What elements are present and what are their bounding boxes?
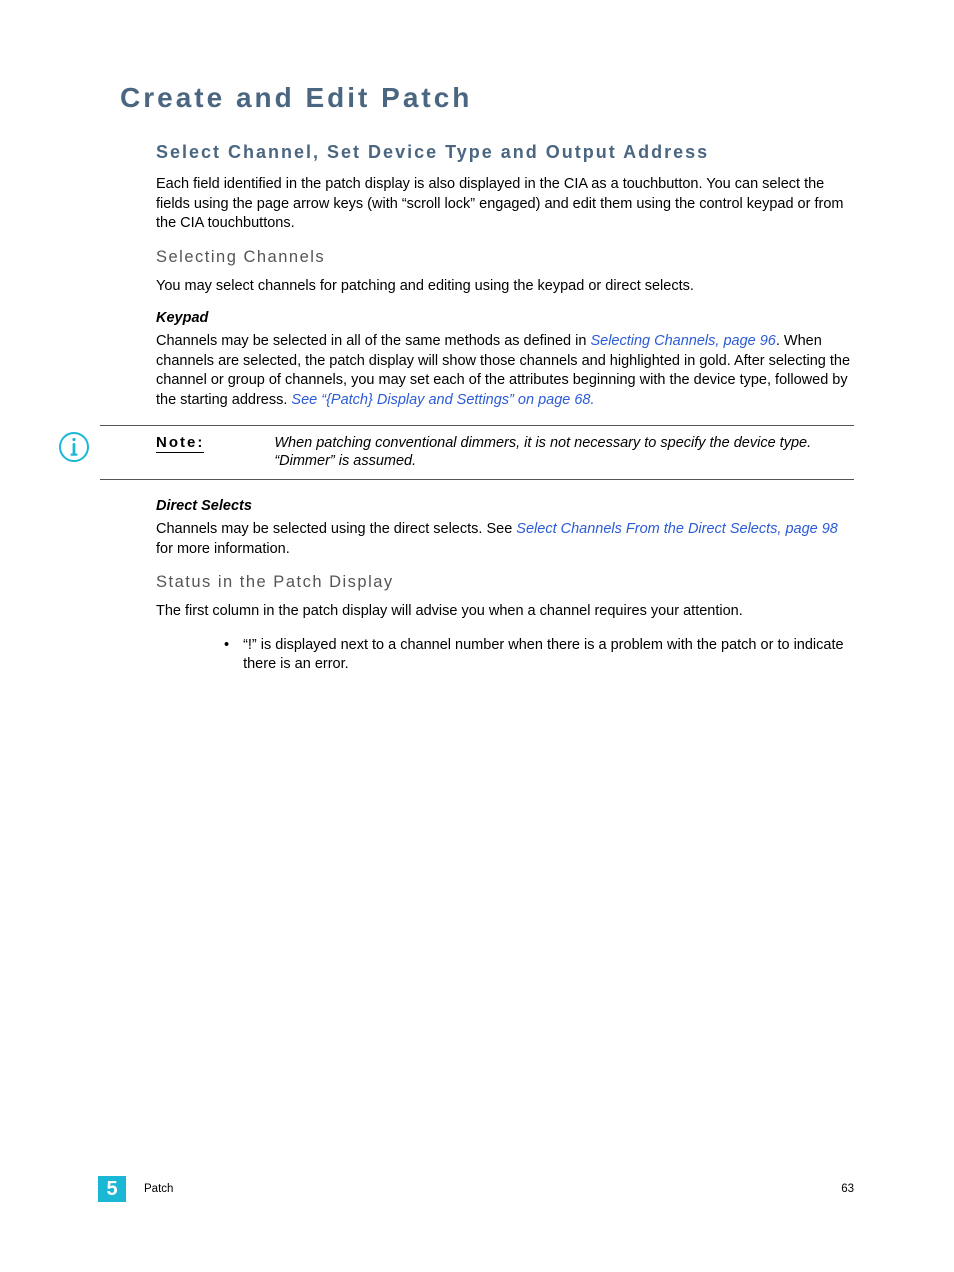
heading-1: Create and Edit Patch (120, 82, 854, 114)
text-run: Channels may be selected in all of the s… (156, 333, 590, 349)
paragraph: The first column in the patch display wi… (156, 602, 854, 622)
heading-3: Selecting Channels (156, 248, 854, 267)
heading-3: Status in the Patch Display (156, 573, 854, 592)
paragraph: Channels may be selected in all of the s… (156, 332, 854, 410)
bullet-list: • “!” is displayed next to a channel num… (224, 636, 854, 675)
link-selecting-channels[interactable]: Selecting Channels, page 96 (590, 333, 775, 349)
heading-4: Keypad (156, 310, 854, 326)
page-footer: 5 Patch 63 (98, 1176, 854, 1202)
list-item: • “!” is displayed next to a channel num… (224, 636, 854, 675)
info-icon (58, 431, 90, 463)
text-run: for more information. (156, 541, 290, 557)
bullet-text: “!” is displayed next to a channel numbe… (243, 636, 854, 675)
paragraph: Each field identified in the patch displ… (156, 175, 854, 234)
chapter-number-badge: 5 (98, 1176, 126, 1202)
footer-section-title: Patch (144, 1183, 173, 1195)
text-run: Channels may be selected using the direc… (156, 521, 516, 537)
page-number: 63 (841, 1183, 854, 1195)
heading-4: Direct Selects (156, 498, 854, 514)
bullet-marker: • (224, 636, 229, 675)
paragraph: Channels may be selected using the direc… (156, 520, 854, 559)
heading-2: Select Channel, Set Device Type and Outp… (156, 142, 854, 163)
link-direct-selects[interactable]: Select Channels From the Direct Selects,… (516, 521, 838, 537)
note-block: Note: When patching conventional dimmers… (100, 425, 854, 481)
paragraph: You may select channels for patching and… (156, 277, 854, 297)
note-text: When patching conventional dimmers, it i… (274, 434, 854, 472)
note-label: Note: (156, 434, 204, 453)
link-patch-display-settings[interactable]: See “{Patch} Display and Settings” on pa… (291, 392, 594, 408)
